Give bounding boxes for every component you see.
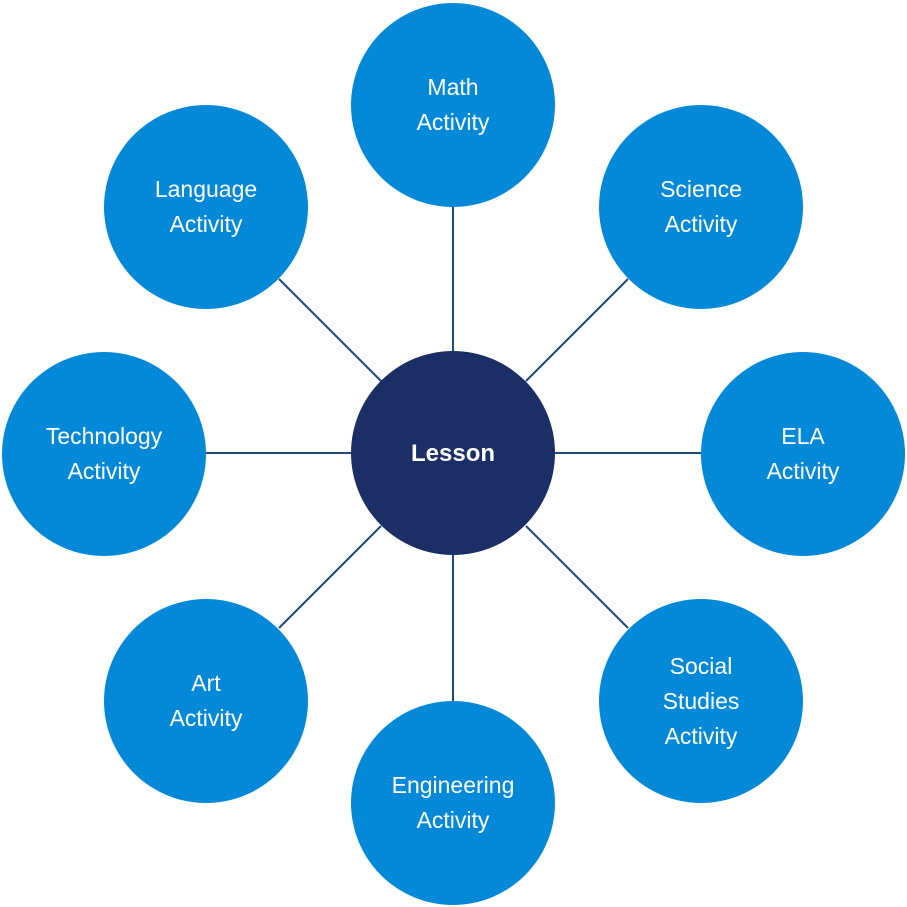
ela-activity-label: ELA Activity	[766, 423, 840, 484]
lesson-activity-diagram: Math Activity Science Activity ELA Activ…	[0, 0, 907, 907]
science-activity-label: Science Activity	[660, 176, 742, 237]
language-activity-node: Language Activity	[104, 105, 308, 309]
connector-language	[278, 278, 382, 382]
lesson-center-node: Lesson	[351, 351, 555, 555]
engineering-activity-node: Engineering Activity	[351, 701, 555, 905]
science-activity-node: Science Activity	[599, 105, 803, 309]
art-activity-label: Art Activity	[169, 670, 243, 731]
connector-science	[525, 278, 629, 382]
math-activity-node: Math Activity	[351, 3, 555, 207]
connector-art	[278, 525, 382, 629]
social-studies-activity-label: Social Studies Activity	[662, 652, 740, 749]
social-studies-activity-node: Social Studies Activity	[599, 599, 803, 803]
language-activity-label: Language Activity	[154, 176, 258, 237]
technology-activity-label: Technology Activity	[45, 423, 163, 484]
technology-activity-node: Technology Activity	[2, 352, 206, 556]
ela-activity-node: ELA Activity	[701, 352, 905, 556]
art-activity-node: Art Activity	[104, 599, 308, 803]
math-activity-label: Math Activity	[416, 74, 490, 135]
lesson-center-label: Lesson	[410, 439, 496, 467]
connector-social-studies	[525, 525, 629, 629]
engineering-activity-label: Engineering Activity	[391, 772, 515, 833]
